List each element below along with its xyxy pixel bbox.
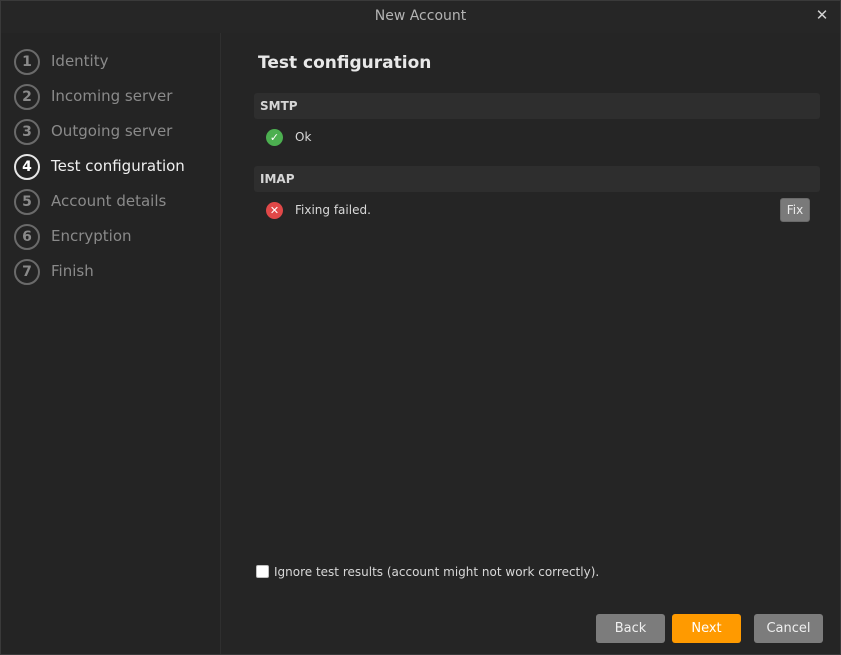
window-title: New Account: [374, 8, 467, 24]
imap-header-label: IMAP: [260, 172, 295, 186]
page-title: Test configuration: [258, 53, 432, 73]
next-button[interactable]: Next: [672, 614, 741, 643]
step-label: Test configuration: [51, 157, 185, 175]
imap-section-header: IMAP: [254, 166, 820, 192]
step-finish: 7 Finish: [14, 258, 214, 286]
smtp-status-text: Ok: [295, 130, 312, 144]
step-number: 2: [14, 84, 40, 110]
imap-result-row: ✕ Fixing failed.: [266, 200, 816, 224]
step-encryption: 6 Encryption: [14, 223, 214, 251]
ignore-results-label[interactable]: Ignore test results (account might not w…: [274, 565, 599, 579]
step-label: Account details: [51, 192, 167, 210]
step-number: 6: [14, 224, 40, 250]
imap-status-text: Fixing failed.: [295, 203, 371, 217]
smtp-result-row: ✓ Ok: [266, 127, 816, 151]
step-number: 7: [14, 259, 40, 285]
close-icon[interactable]: ✕: [814, 6, 830, 24]
step-label: Outgoing server: [51, 122, 173, 140]
step-incoming-server: 2 Incoming server: [14, 83, 214, 111]
ignore-results-checkbox[interactable]: [256, 565, 269, 578]
smtp-header-label: SMTP: [260, 99, 298, 113]
step-test-configuration: 4 Test configuration: [14, 153, 214, 181]
title-bar: New Account ✕: [1, 1, 840, 33]
error-circle-icon: ✕: [266, 202, 283, 219]
step-label: Finish: [51, 262, 94, 280]
main-panel: Test configuration SMTP ✓ Ok IMAP ✕ Fixi…: [221, 33, 840, 654]
ignore-results-option[interactable]: Ignore test results (account might not w…: [256, 564, 656, 582]
check-circle-icon: ✓: [266, 129, 283, 146]
step-identity: 1 Identity: [14, 48, 214, 76]
cancel-button[interactable]: Cancel: [754, 614, 823, 643]
step-label: Identity: [51, 52, 109, 70]
step-account-details: 5 Account details: [14, 188, 214, 216]
step-number: 4: [14, 154, 40, 180]
new-account-dialog: New Account ✕ 1 Identity 2 Incoming serv…: [0, 0, 841, 655]
smtp-section-header: SMTP: [254, 93, 820, 119]
back-button[interactable]: Back: [596, 614, 665, 643]
wizard-steps-sidebar: 1 Identity 2 Incoming server 3 Outgoing …: [1, 33, 221, 654]
fix-button[interactable]: Fix: [780, 198, 810, 222]
step-label: Encryption: [51, 227, 132, 245]
step-outgoing-server: 3 Outgoing server: [14, 118, 214, 146]
step-number: 3: [14, 119, 40, 145]
step-number: 1: [14, 49, 40, 75]
step-label: Incoming server: [51, 87, 173, 105]
step-number: 5: [14, 189, 40, 215]
